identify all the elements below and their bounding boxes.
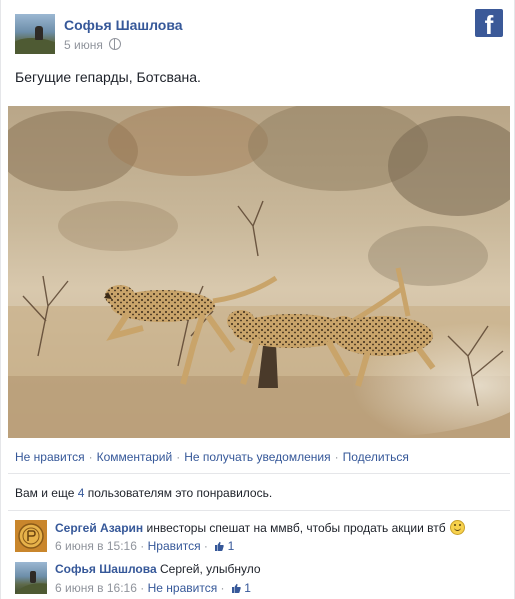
comment-time[interactable]: 6 июня в 15:16 xyxy=(55,539,137,553)
likes-summary: Вам и еще 4 пользователям это понравилос… xyxy=(15,486,272,500)
separator-dot: · xyxy=(140,539,145,553)
comment-meta: 6 июня в 16:16 · Не нравится · 1 xyxy=(55,581,251,595)
landscape-avatar-icon xyxy=(15,571,47,594)
coin-avatar-icon xyxy=(15,520,47,552)
post-header: Софья Шашлова 5 июня f xyxy=(15,9,503,56)
author-name[interactable]: Софья Шашлова xyxy=(64,17,183,33)
post-actions: Не нравится · Комментарий · Не получать увед… xyxy=(15,450,409,464)
thumbs-up-icon xyxy=(231,582,241,593)
separator-dot: · xyxy=(88,450,93,464)
post-meta: 5 июня xyxy=(64,38,121,52)
comment-author[interactable]: Сергей Азарин xyxy=(55,521,143,535)
unfollow-link[interactable]: Не получать уведомления xyxy=(184,450,330,464)
comment-body: Софья Шашлова Сергей, улыбнуло xyxy=(55,562,261,576)
separator-dot: · xyxy=(220,581,225,595)
separator-dot: · xyxy=(334,450,339,464)
avatar-hill xyxy=(15,38,55,54)
thumbs-up-icon xyxy=(214,540,224,551)
share-link[interactable]: Поделиться xyxy=(343,450,409,464)
comment-time[interactable]: 6 июня в 16:16 xyxy=(55,581,137,595)
likes-suffix: пользователям это понравилось. xyxy=(84,486,273,500)
divider xyxy=(8,473,510,474)
post-date[interactable]: 5 июня xyxy=(64,38,103,52)
facebook-logo-icon[interactable]: f xyxy=(475,9,503,37)
separator-dot: · xyxy=(140,581,145,595)
comment-like-count[interactable]: 1 xyxy=(244,581,251,595)
comment-author[interactable]: Софья Шашлова xyxy=(55,562,157,576)
author-avatar[interactable] xyxy=(15,14,55,54)
comment-text: инвесторы спешат на ммвб, чтобы продать … xyxy=(146,521,446,535)
comment-link[interactable]: Комментарий xyxy=(97,450,173,464)
comment-like-count[interactable]: 1 xyxy=(228,539,235,553)
comment-like-link[interactable]: Нравится xyxy=(148,539,201,553)
separator-dot: · xyxy=(203,539,208,553)
avatar-person xyxy=(35,26,43,40)
commenter-avatar[interactable] xyxy=(15,562,47,594)
comment-meta: 6 июня в 15:16 · Нравится · 1 xyxy=(55,539,234,553)
post-photo[interactable] xyxy=(8,106,510,438)
divider xyxy=(8,510,510,511)
unlike-link[interactable]: Не нравится xyxy=(15,450,85,464)
smile-icon xyxy=(449,520,465,535)
comment-unlike-link[interactable]: Не нравится xyxy=(148,581,218,595)
commenter-avatar[interactable] xyxy=(15,520,47,552)
comment-text: Сергей, улыбнуло xyxy=(159,562,261,576)
facebook-post: Софья Шашлова 5 июня f Бегущие гепарды, … xyxy=(0,0,515,599)
likes-prefix: Вам и еще xyxy=(15,486,78,500)
cheetahs-photo xyxy=(8,106,510,438)
globe-icon xyxy=(108,38,121,50)
comment-body: Сергей Азарин инвесторы спешат на ммвб, … xyxy=(55,520,465,535)
post-text: Бегущие гепарды, Ботсвана. xyxy=(15,69,201,85)
separator-dot: · xyxy=(176,450,181,464)
